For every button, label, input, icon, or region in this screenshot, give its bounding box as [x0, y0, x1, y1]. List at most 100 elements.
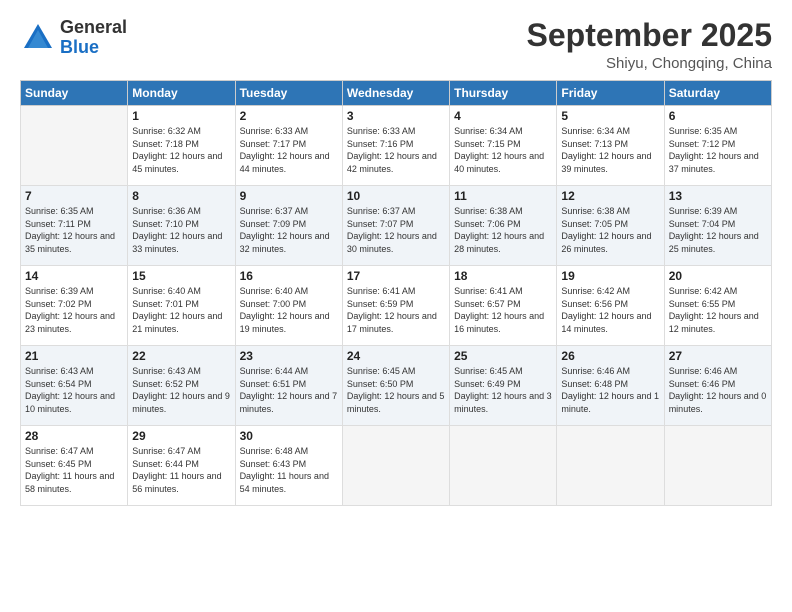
col-sunday: Sunday — [21, 81, 128, 106]
day-info: Sunrise: 6:33 AMSunset: 7:17 PMDaylight:… — [240, 125, 338, 175]
day-number: 29 — [132, 429, 230, 443]
day-info: Sunrise: 6:40 AMSunset: 7:00 PMDaylight:… — [240, 285, 338, 335]
day-number: 15 — [132, 269, 230, 283]
table-row — [450, 426, 557, 506]
day-number: 4 — [454, 109, 552, 123]
table-row: 20 Sunrise: 6:42 AMSunset: 6:55 PMDayligh… — [664, 266, 771, 346]
day-number: 1 — [132, 109, 230, 123]
day-number: 23 — [240, 349, 338, 363]
day-info: Sunrise: 6:48 AMSunset: 6:43 PMDaylight:… — [240, 445, 338, 495]
day-number: 6 — [669, 109, 767, 123]
day-number: 16 — [240, 269, 338, 283]
table-row: 15 Sunrise: 6:40 AMSunset: 7:01 PMDayligh… — [128, 266, 235, 346]
day-info: Sunrise: 6:33 AMSunset: 7:16 PMDaylight:… — [347, 125, 445, 175]
table-row: 12 Sunrise: 6:38 AMSunset: 7:05 PMDayligh… — [557, 186, 664, 266]
day-info: Sunrise: 6:47 AMSunset: 6:44 PMDaylight:… — [132, 445, 230, 495]
day-number: 18 — [454, 269, 552, 283]
table-row: 26Sunrise: 6:46 AMSunset: 6:48 PMDayligh… — [557, 346, 664, 426]
day-info: Sunrise: 6:38 AMSunset: 7:06 PMDaylight:… — [454, 205, 552, 255]
day-info: Sunrise: 6:35 AMSunset: 7:11 PMDaylight:… — [25, 205, 123, 255]
table-row — [342, 426, 449, 506]
day-number: 14 — [25, 269, 123, 283]
table-row: 10 Sunrise: 6:37 AMSunset: 7:07 PMDayligh… — [342, 186, 449, 266]
table-row: 4Sunrise: 6:34 AMSunset: 7:15 PMDaylight… — [450, 106, 557, 186]
col-saturday: Saturday — [664, 81, 771, 106]
table-row: 29 Sunrise: 6:47 AMSunset: 6:44 PMDayligh… — [128, 426, 235, 506]
day-info: Sunrise: 6:41 AMSunset: 6:59 PMDaylight:… — [347, 285, 445, 335]
table-row: 6 Sunrise: 6:35 AMSunset: 7:12 PMDaylight… — [664, 106, 771, 186]
calendar-week-row: 1 Sunrise: 6:32 AMSunset: 7:18 PMDaylight… — [21, 106, 772, 186]
calendar-week-row: 21Sunrise: 6:43 AMSunset: 6:54 PMDayligh… — [21, 346, 772, 426]
day-info: Sunrise: 6:37 AMSunset: 7:07 PMDaylight:… — [347, 205, 445, 255]
table-row: 2 Sunrise: 6:33 AMSunset: 7:17 PMDaylight… — [235, 106, 342, 186]
logo: General Blue — [20, 18, 127, 58]
table-row: 17 Sunrise: 6:41 AMSunset: 6:59 PMDayligh… — [342, 266, 449, 346]
day-info: Sunrise: 6:39 AMSunset: 7:02 PMDaylight:… — [25, 285, 123, 335]
table-row: 22Sunrise: 6:43 AMSunset: 6:52 PMDayligh… — [128, 346, 235, 426]
logo-blue-text: Blue — [60, 38, 127, 58]
day-info: Sunrise: 6:47 AMSunset: 6:45 PMDaylight:… — [25, 445, 123, 495]
day-number: 20 — [669, 269, 767, 283]
day-info: Sunrise: 6:39 AMSunset: 7:04 PMDaylight:… — [669, 205, 767, 255]
logo-icon — [20, 20, 56, 56]
day-number: 9 — [240, 189, 338, 203]
day-number: 11 — [454, 189, 552, 203]
col-wednesday: Wednesday — [342, 81, 449, 106]
day-number: 24 — [347, 349, 445, 363]
header: General Blue September 2025 Shiyu, Chong… — [20, 18, 772, 72]
day-info: Sunrise: 6:41 AMSunset: 6:57 PMDaylight:… — [454, 285, 552, 335]
day-info: Sunrise: 6:40 AMSunset: 7:01 PMDaylight:… — [132, 285, 230, 335]
day-number: 2 — [240, 109, 338, 123]
table-row: 16 Sunrise: 6:40 AMSunset: 7:00 PMDayligh… — [235, 266, 342, 346]
table-row: 24 Sunrise: 6:45 AMSunset: 6:50 PMDayligh… — [342, 346, 449, 426]
logo-text: General Blue — [60, 18, 127, 58]
col-monday: Monday — [128, 81, 235, 106]
calendar-week-row: 14 Sunrise: 6:39 AMSunset: 7:02 PMDayligh… — [21, 266, 772, 346]
day-number: 26 — [561, 349, 659, 363]
day-number: 27 — [669, 349, 767, 363]
title-block: September 2025 Shiyu, Chongqing, China — [527, 18, 772, 72]
col-thursday: Thursday — [450, 81, 557, 106]
table-row: 19Sunrise: 6:42 AMSunset: 6:56 PMDayligh… — [557, 266, 664, 346]
day-info: Sunrise: 6:42 AMSunset: 6:55 PMDaylight:… — [669, 285, 767, 335]
calendar-week-row: 28Sunrise: 6:47 AMSunset: 6:45 PMDayligh… — [21, 426, 772, 506]
day-number: 13 — [669, 189, 767, 203]
day-number: 5 — [561, 109, 659, 123]
table-row: 23 Sunrise: 6:44 AMSunset: 6:51 PMDayligh… — [235, 346, 342, 426]
table-row: 28Sunrise: 6:47 AMSunset: 6:45 PMDayligh… — [21, 426, 128, 506]
location-subtitle: Shiyu, Chongqing, China — [527, 55, 772, 72]
table-row: 27 Sunrise: 6:46 AMSunset: 6:46 PMDayligh… — [664, 346, 771, 426]
table-row: 11 Sunrise: 6:38 AMSunset: 7:06 PMDayligh… — [450, 186, 557, 266]
table-row: 13 Sunrise: 6:39 AMSunset: 7:04 PMDayligh… — [664, 186, 771, 266]
day-info: Sunrise: 6:35 AMSunset: 7:12 PMDaylight:… — [669, 125, 767, 175]
day-number: 25 — [454, 349, 552, 363]
table-row: 21Sunrise: 6:43 AMSunset: 6:54 PMDayligh… — [21, 346, 128, 426]
day-number: 19 — [561, 269, 659, 283]
table-row: 1 Sunrise: 6:32 AMSunset: 7:18 PMDaylight… — [128, 106, 235, 186]
table-row: 9Sunrise: 6:37 AMSunset: 7:09 PMDaylight… — [235, 186, 342, 266]
day-number: 8 — [132, 189, 230, 203]
day-info: Sunrise: 6:32 AMSunset: 7:18 PMDaylight:… — [132, 125, 230, 175]
day-info: Sunrise: 6:36 AMSunset: 7:10 PMDaylight:… — [132, 205, 230, 255]
logo-general-text: General — [60, 18, 127, 38]
day-number: 10 — [347, 189, 445, 203]
day-number: 7 — [25, 189, 123, 203]
day-info: Sunrise: 6:43 AMSunset: 6:54 PMDaylight:… — [25, 365, 123, 415]
day-number: 17 — [347, 269, 445, 283]
day-info: Sunrise: 6:46 AMSunset: 6:46 PMDaylight:… — [669, 365, 767, 415]
calendar-table: Sunday Monday Tuesday Wednesday Thursday… — [20, 80, 772, 506]
table-row: 3 Sunrise: 6:33 AMSunset: 7:16 PMDaylight… — [342, 106, 449, 186]
day-number: 30 — [240, 429, 338, 443]
table-row: 7 Sunrise: 6:35 AMSunset: 7:11 PMDaylight… — [21, 186, 128, 266]
day-info: Sunrise: 6:38 AMSunset: 7:05 PMDaylight:… — [561, 205, 659, 255]
day-number: 3 — [347, 109, 445, 123]
table-row: 30 Sunrise: 6:48 AMSunset: 6:43 PMDayligh… — [235, 426, 342, 506]
table-row: 14 Sunrise: 6:39 AMSunset: 7:02 PMDayligh… — [21, 266, 128, 346]
day-number: 12 — [561, 189, 659, 203]
calendar-week-row: 7 Sunrise: 6:35 AMSunset: 7:11 PMDaylight… — [21, 186, 772, 266]
day-info: Sunrise: 6:44 AMSunset: 6:51 PMDaylight:… — [240, 365, 338, 415]
day-info: Sunrise: 6:45 AMSunset: 6:50 PMDaylight:… — [347, 365, 445, 415]
table-row: 5Sunrise: 6:34 AMSunset: 7:13 PMDaylight… — [557, 106, 664, 186]
col-friday: Friday — [557, 81, 664, 106]
month-title: September 2025 — [527, 18, 772, 53]
